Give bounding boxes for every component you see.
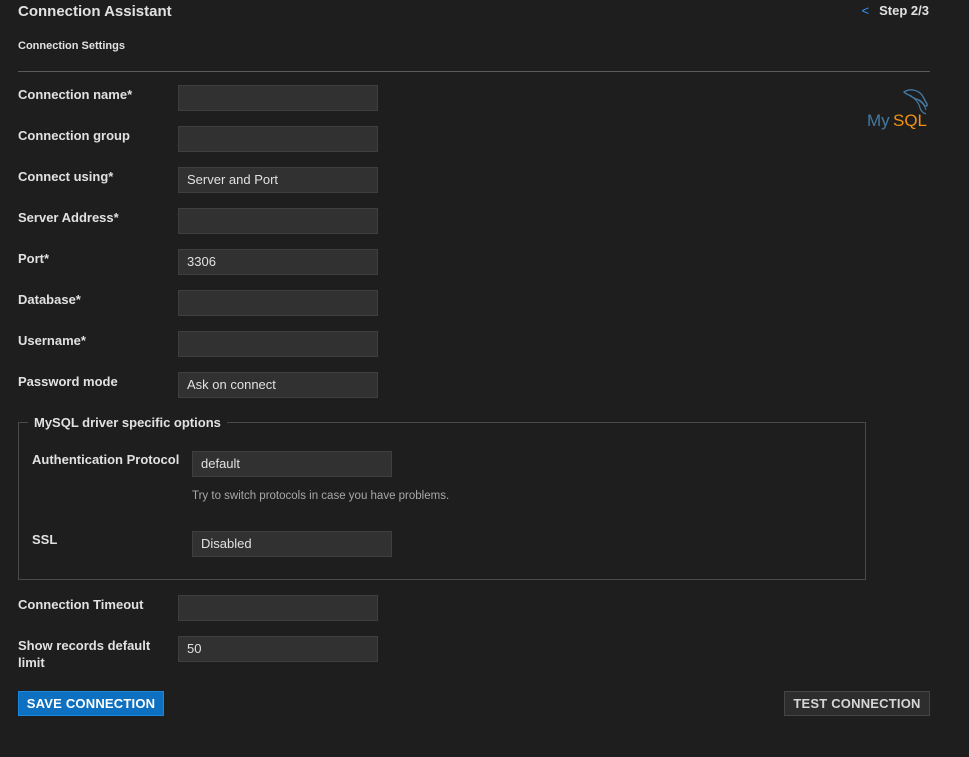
- show-records-limit-label: Show records default limit: [18, 638, 151, 670]
- connect-using-label: Connect using*: [18, 169, 114, 184]
- step-indicator: < Step 2/3: [862, 3, 929, 18]
- svg-text:SQL: SQL: [893, 111, 927, 130]
- test-connection-button[interactable]: TEST CONNECTION: [784, 691, 930, 716]
- ssl-select[interactable]: Disabled: [192, 531, 392, 557]
- header-divider: [18, 71, 930, 72]
- password-mode-select[interactable]: Ask on connect: [178, 372, 378, 398]
- mysql-logo: My SQL: [866, 86, 932, 130]
- connection-timeout-label: Connection Timeout: [18, 597, 144, 612]
- save-connection-button[interactable]: SAVE CONNECTION: [18, 691, 164, 716]
- username-label: Username*: [18, 333, 86, 348]
- connection-group-label: Connection group: [18, 128, 130, 143]
- port-input[interactable]: 3306: [178, 249, 378, 275]
- show-records-limit-input[interactable]: 50: [178, 636, 378, 662]
- step-label: Step 2/3: [879, 3, 929, 18]
- section-subtitle: Connection Settings: [18, 40, 125, 52]
- auth-protocol-label: Authentication Protocol: [32, 452, 180, 467]
- connection-group-input[interactable]: [178, 126, 378, 152]
- connection-name-label: Connection name*: [18, 87, 133, 102]
- ssl-label: SSL: [32, 532, 58, 547]
- page-title: Connection Assistant: [18, 3, 172, 20]
- back-chevron-icon[interactable]: <: [862, 3, 870, 18]
- server-address-label: Server Address*: [18, 210, 119, 225]
- auth-protocol-select[interactable]: default: [192, 451, 392, 477]
- driver-options-legend: MySQL driver specific options: [28, 415, 227, 430]
- database-input[interactable]: [178, 290, 378, 316]
- connect-using-select[interactable]: Server and Port: [178, 167, 378, 193]
- logo-text: My: [867, 111, 890, 130]
- username-input[interactable]: [178, 331, 378, 357]
- server-address-input[interactable]: [178, 208, 378, 234]
- password-mode-label: Password mode: [18, 374, 118, 389]
- database-label: Database*: [18, 292, 81, 307]
- port-label: Port*: [18, 251, 50, 266]
- connection-timeout-input[interactable]: [178, 595, 378, 621]
- connection-name-input[interactable]: [178, 85, 378, 111]
- mysql-dolphin-icon: My SQL: [867, 89, 928, 130]
- auth-protocol-hint: Try to switch protocols in case you have…: [192, 490, 450, 502]
